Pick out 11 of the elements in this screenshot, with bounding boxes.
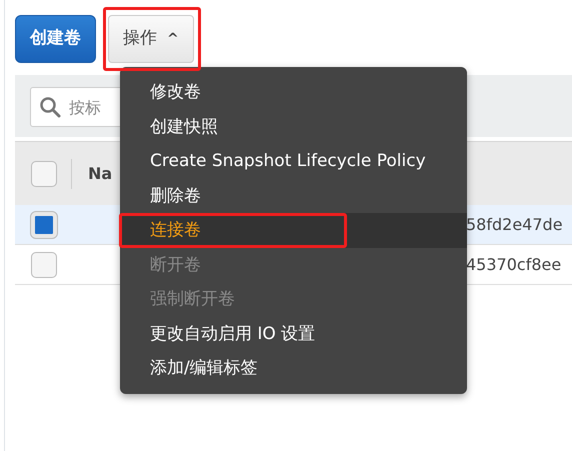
column-header: Na: [88, 162, 112, 184]
menu-item[interactable]: 添加/编辑标签: [120, 351, 467, 386]
menu-item[interactable]: 删除卷: [120, 178, 467, 213]
menu-item[interactable]: 更改自动启用 IO 设置: [120, 316, 467, 351]
create-volume-button[interactable]: 创建卷: [15, 15, 96, 63]
table-cell-text: 58fd2e47de: [466, 214, 563, 236]
table-cell-text: 45370cf8ee: [466, 254, 562, 276]
menu-item[interactable]: Create Snapshot Lifecycle Policy: [120, 144, 467, 178]
checkbox[interactable]: [31, 160, 57, 186]
checkbox[interactable]: [31, 252, 57, 278]
actions-button[interactable]: 操作 ^: [108, 15, 194, 63]
